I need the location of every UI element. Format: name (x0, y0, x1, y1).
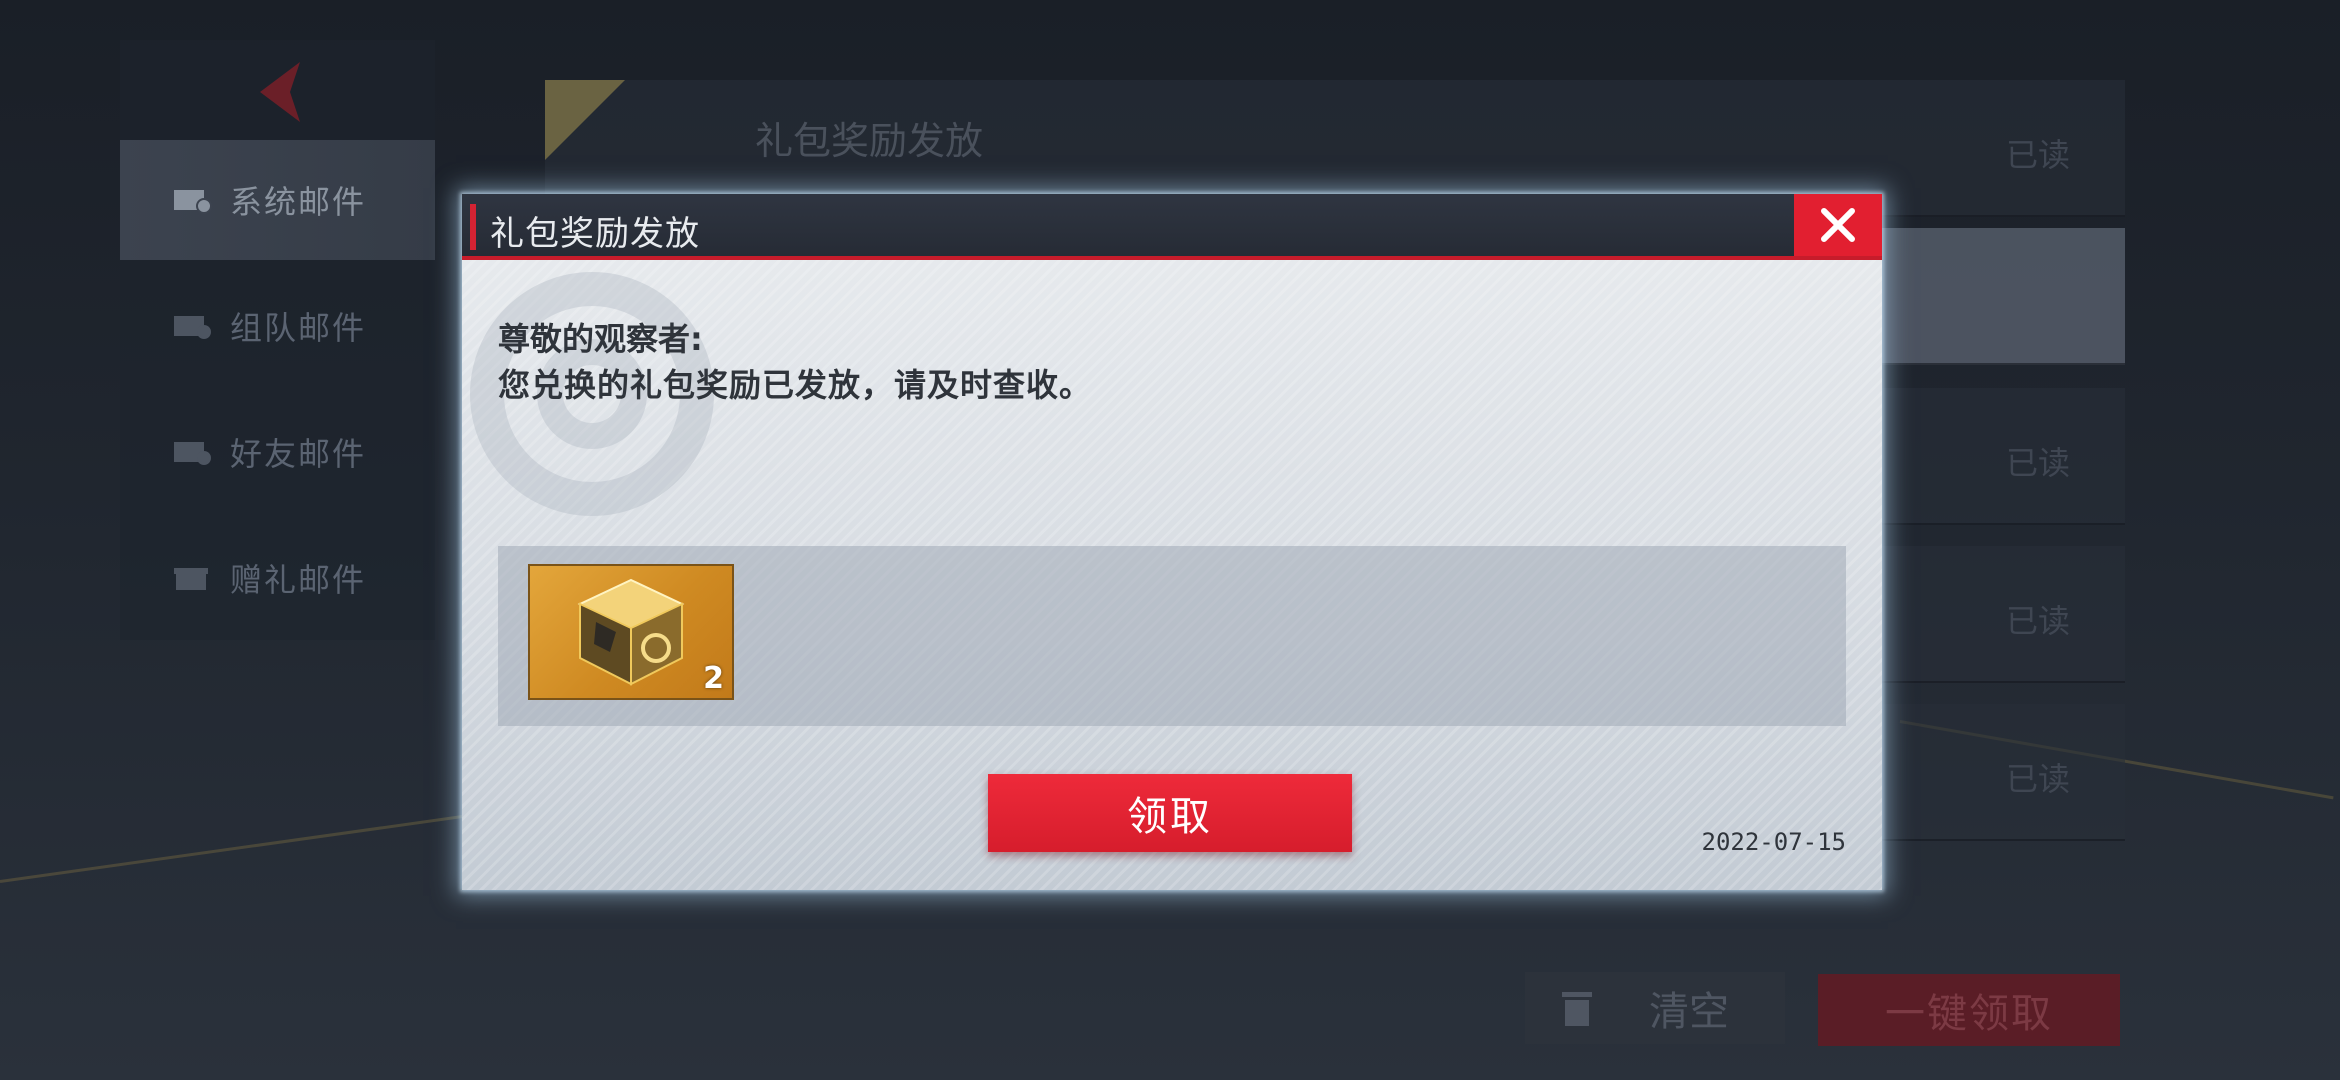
mail-row-title: 礼包奖励发放 (755, 119, 984, 163)
sidebar-item-label: 赠礼邮件 (230, 561, 367, 599)
sidebar-item-label: 组队邮件 (230, 309, 367, 347)
claim-button[interactable]: 领取 (988, 774, 1352, 852)
mail-greeting: 尊敬的观察者: (498, 320, 703, 358)
reward-area: 2 (498, 546, 1846, 726)
mail-read-status: 已读 (2005, 760, 2070, 798)
mail-icon (174, 190, 212, 214)
claim-button-label: 领取 (1127, 794, 1213, 840)
sidebar-item-friend-mail[interactable]: 好友邮件 (120, 392, 435, 512)
dialog-title: 礼包奖励发放 (490, 214, 700, 254)
back-arrow-icon[interactable] (250, 62, 320, 122)
claim-all-button[interactable]: 一键领取 (1818, 974, 2120, 1046)
decor-streak (0, 810, 496, 883)
mail-read-status: 已读 (2005, 136, 2070, 174)
gift-icon (174, 568, 208, 590)
clear-button[interactable]: 清空 (1525, 972, 1785, 1044)
sidebar-item-team-mail[interactable]: 组队邮件 (120, 266, 435, 386)
gift-corner-icon (545, 80, 625, 160)
dialog-header: 礼包奖励发放 (462, 194, 1882, 260)
claim-all-button-label: 一键领取 (1885, 991, 2053, 1037)
reward-item[interactable]: 2 (528, 564, 734, 700)
close-button[interactable] (1794, 194, 1882, 256)
sidebar-item-system-mail[interactable]: 系统邮件 (120, 140, 435, 260)
mail-read-status: 已读 (2005, 444, 2070, 482)
mail-detail-dialog: 礼包奖励发放 尊敬的观察者: 您兑换的礼包奖励已发放，请及时查收。 2 领取 2… (462, 194, 1882, 890)
header-accent-bar (470, 204, 476, 250)
close-icon (1821, 208, 1855, 242)
golden-cube-icon (577, 578, 685, 686)
mail-date: 2022-07-15 (1701, 828, 1847, 856)
mail-message: 您兑换的礼包奖励已发放，请及时查收。 (498, 366, 1093, 404)
reward-count: 2 (703, 661, 724, 696)
trash-icon (1562, 992, 1592, 1026)
mail-read-status: 已读 (2005, 602, 2070, 640)
mail-screen: 系统邮件 组队邮件 好友邮件 赠礼邮件 礼包奖励发放 已读 已读 已读 已读 清… (0, 0, 2340, 1080)
sidebar-item-label: 好友邮件 (230, 435, 367, 473)
mail-icon (174, 442, 211, 465)
sidebar-item-label: 系统邮件 (230, 183, 367, 221)
sidebar-item-gift-mail[interactable]: 赠礼邮件 (120, 518, 435, 638)
mail-icon (174, 316, 211, 339)
clear-button-label: 清空 (1649, 989, 1729, 1035)
